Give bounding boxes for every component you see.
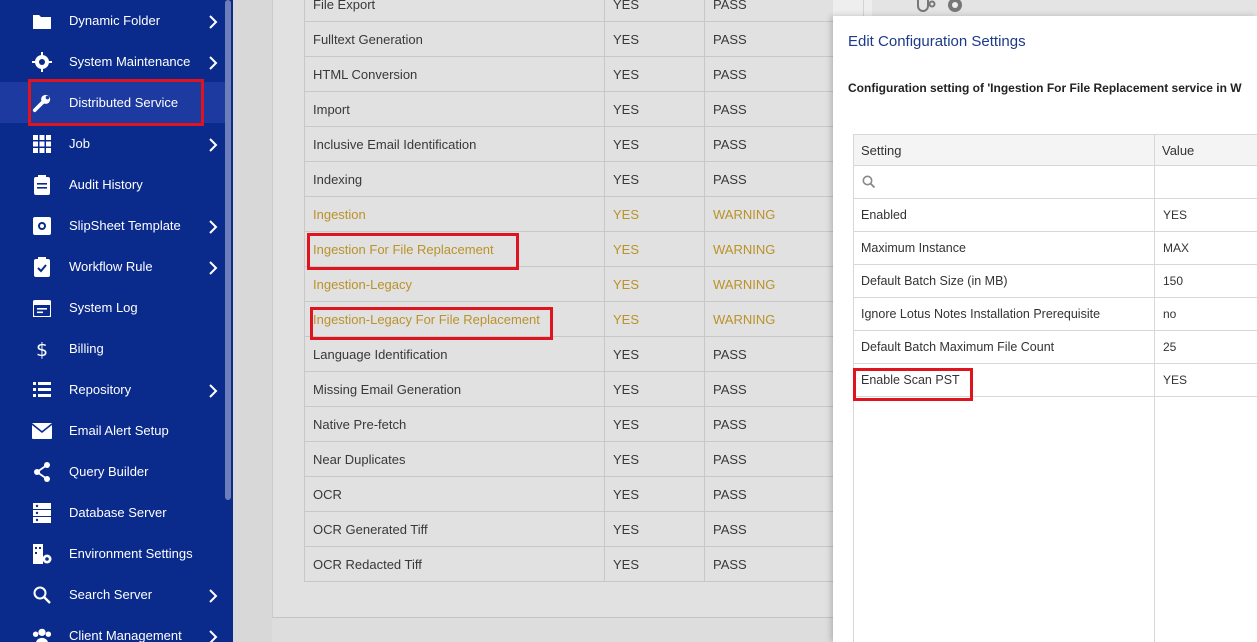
setting-value-cell[interactable]: MAX	[1154, 232, 1257, 264]
wrench-icon	[32, 93, 52, 113]
setting-value-cell[interactable]: no	[1154, 298, 1257, 330]
modal-subtitle: Configuration setting of 'Ingestion For …	[848, 81, 1242, 95]
sidebar-item-system-maintenance[interactable]: System Maintenance	[0, 41, 225, 82]
settings-row[interactable]: Default Batch Size (in MB) 150	[854, 265, 1257, 298]
sidebar-item-query-builder[interactable]: Query Builder	[0, 451, 225, 492]
sidebar-item-label: Workflow Rule	[69, 259, 153, 274]
settings-row[interactable]: Ignore Lotus Notes Installation Prerequi…	[854, 298, 1257, 331]
sidebar-item-audit-history[interactable]: Audit History	[0, 164, 225, 205]
chevron-right-icon[interactable]	[208, 383, 220, 398]
column-header-setting[interactable]: Setting	[854, 135, 1154, 165]
chevron-right-icon[interactable]	[208, 219, 220, 234]
setting-name-cell: Default Batch Maximum File Count	[861, 340, 1055, 354]
setting-value-cell[interactable]: 25	[1154, 331, 1257, 363]
gear-icon[interactable]	[944, 0, 966, 16]
server-icon	[32, 502, 52, 523]
clipboard-icon	[32, 174, 52, 195]
chevron-right-icon[interactable]	[208, 14, 220, 29]
sidebar: Dynamic Folder System Maintenance Distribu…	[0, 0, 233, 642]
template-icon	[32, 216, 52, 236]
search-icon	[862, 175, 876, 189]
sidebar-item-distributed-service[interactable]: Distributed Service	[0, 82, 225, 123]
grid-icon	[32, 134, 52, 154]
sidebar-item-label: Repository	[69, 382, 132, 397]
sidebar-item-label: Job	[69, 136, 90, 151]
chevron-right-icon[interactable]	[208, 260, 220, 275]
sidebar-item-client-management[interactable]: Client Management	[0, 615, 225, 642]
sidebar-item-label: Client Management	[69, 628, 182, 642]
sidebar-item-label: Distributed Service	[69, 95, 179, 110]
sidebar-item-label: System Log	[69, 300, 138, 315]
settings-row[interactable]: Maximum Instance MAX	[854, 232, 1257, 265]
setting-name-cell: Enable Scan PST	[861, 373, 960, 387]
chevron-right-icon[interactable]	[208, 55, 220, 70]
sidebar-item-database-server[interactable]: Database Server	[0, 492, 225, 533]
settings-filter-row[interactable]	[854, 166, 1257, 199]
share-icon	[32, 461, 52, 482]
users-icon	[32, 626, 52, 642]
sidebar-item-system-log[interactable]: System Log	[0, 287, 225, 328]
stethoscope-icon[interactable]	[914, 0, 936, 16]
setting-name-cell: Default Batch Size (in MB)	[861, 274, 1008, 288]
sidebar-item-label: Search Server	[69, 587, 153, 602]
sidebar-item-environment-settings[interactable]: Environment Settings	[0, 533, 225, 574]
sidebar-item-label: Database Server	[69, 505, 167, 520]
modal-title: Edit Configuration Settings	[848, 33, 1026, 50]
setting-name-cell: Enabled	[861, 208, 907, 222]
svg-text:$: $	[36, 339, 48, 359]
chevron-right-icon[interactable]	[208, 629, 220, 642]
setting-name-cell: Maximum Instance	[861, 241, 966, 255]
gear-icon	[32, 51, 52, 72]
dollar-icon: $	[32, 339, 52, 359]
panel-toolbar	[914, 0, 974, 16]
sidebar-item-repository[interactable]: Repository	[0, 369, 225, 410]
building-gear-icon	[32, 543, 52, 564]
edit-configuration-modal: Edit Configuration Settings Configuratio…	[833, 16, 1257, 642]
sidebar-scrollbar[interactable]	[225, 0, 231, 500]
sidebar-item-label: Dynamic Folder	[69, 13, 161, 28]
sidebar-item-label: System Maintenance	[69, 54, 191, 69]
setting-value-cell[interactable]: 150	[1154, 265, 1257, 297]
sidebar-item-label: Query Builder	[69, 464, 149, 479]
sidebar-item-label: Email Alert Setup	[69, 423, 169, 438]
settings-row[interactable]: Default Batch Maximum File Count 25	[854, 331, 1257, 364]
settings-row[interactable]: Enable Scan PST YES	[854, 364, 1257, 397]
sidebar-item-workflow-rule[interactable]: Workflow Rule	[0, 246, 225, 287]
sidebar-item-dynamic-folder[interactable]: Dynamic Folder	[0, 0, 225, 41]
envelope-icon	[32, 421, 52, 441]
column-header-value[interactable]: Value	[1154, 135, 1257, 165]
overlay	[233, 0, 833, 642]
sidebar-item-search-server[interactable]: Search Server	[0, 574, 225, 615]
chevron-right-icon[interactable]	[208, 137, 220, 152]
clipboard-check-icon	[32, 256, 52, 277]
chevron-right-icon[interactable]	[208, 588, 220, 603]
setting-value-cell[interactable]: YES	[1154, 199, 1257, 231]
settings-row[interactable]: Enabled YES	[854, 199, 1257, 232]
sidebar-item-billing[interactable]: $ Billing	[0, 328, 225, 369]
sidebar-item-slipsheet-template[interactable]: SlipSheet Template	[0, 205, 225, 246]
list-icon	[32, 380, 52, 400]
sidebar-item-label: Billing	[69, 341, 104, 356]
sidebar-item-email-alert-setup[interactable]: Email Alert Setup	[0, 410, 225, 451]
sidebar-item-label: SlipSheet Template	[69, 218, 181, 233]
folder-icon	[32, 11, 52, 31]
calendar-icon	[32, 298, 52, 318]
setting-name-cell: Ignore Lotus Notes Installation Prerequi…	[861, 307, 1101, 321]
sidebar-item-label: Audit History	[69, 177, 143, 192]
settings-grid: Setting Value Enabled YES Maximum Instance…	[853, 134, 1257, 642]
sidebar-item-label: Environment Settings	[69, 546, 193, 561]
sidebar-item-job[interactable]: Job	[0, 123, 225, 164]
settings-grid-header: Setting Value	[854, 134, 1257, 166]
setting-value-cell[interactable]: YES	[1154, 364, 1257, 396]
search-icon	[32, 585, 52, 605]
